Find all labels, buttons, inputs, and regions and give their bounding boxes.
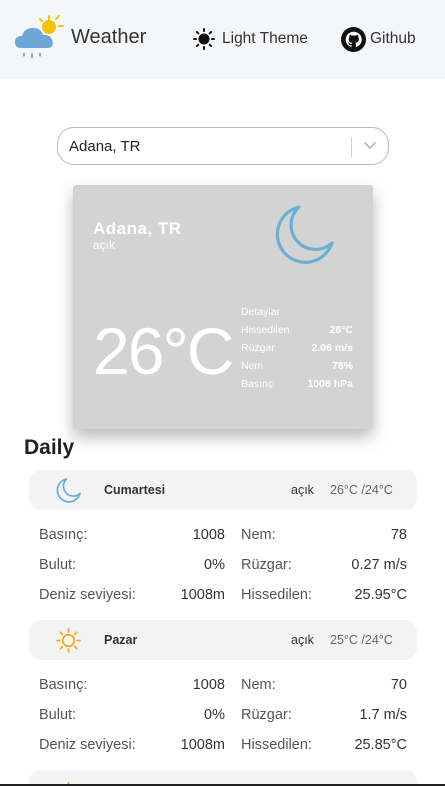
day-name: Pazar — [104, 633, 138, 647]
day-detail-row: Bulut: 0% Rüzgar: 0.27 m/s — [39, 557, 407, 587]
detail-value: 1008 — [192, 527, 225, 543]
detail-label: Bulut: — [39, 557, 77, 573]
detail-label: Nem: — [241, 677, 276, 693]
day-temp-range: 26°C /24°C — [330, 483, 393, 497]
detail-row: Rüzgar 2.06 m/s — [241, 342, 353, 360]
city-select-value: Adana, TR — [69, 138, 141, 155]
detail-row: Nem 78% — [241, 360, 353, 378]
chevron-down-icon[interactable] — [363, 141, 377, 151]
github-link[interactable]: Github — [341, 26, 416, 52]
github-label: Github — [370, 30, 416, 47]
detail-value: 2.06 m/s — [311, 342, 353, 354]
detail-value: 1008 — [192, 677, 225, 693]
theme-toggle-button[interactable]: Light Theme — [193, 27, 308, 51]
day-detail-row: Basınç: 1008 Nem: 78 — [39, 527, 407, 557]
theme-label: Light Theme — [222, 30, 308, 47]
detail-value: 78 — [390, 527, 407, 543]
sun-icon — [193, 28, 215, 50]
day-detail-row: Deniz seviyesi: 1008m Hissedilen: 25.85°… — [39, 737, 407, 767]
current-condition: açık — [93, 238, 116, 252]
detail-label: Hissedilen — [241, 324, 290, 336]
day-details: Basınç: 1008 Nem: 70 Bulut: 0% Rüzgar: 1… — [39, 677, 407, 767]
detail-value: 70 — [390, 677, 407, 693]
day-detail-row: Deniz seviyesi: 1008m Hissedilen: 25.95°… — [39, 587, 407, 617]
weather-logo-icon — [15, 15, 64, 59]
detail-label: Rüzgar — [241, 342, 275, 354]
day-name: Cumartesi — [104, 483, 166, 497]
detail-value: 0% — [204, 707, 225, 723]
select-separator — [351, 137, 352, 157]
detail-label: Bulut: — [39, 707, 77, 723]
app-title: Weather — [71, 26, 147, 48]
detail-label: Basınç: — [39, 527, 88, 543]
detail-label: Nem — [241, 360, 264, 372]
city-select[interactable]: Adana, TR — [57, 127, 389, 165]
detail-label: Hissedilen: — [241, 587, 312, 603]
moon-icon — [275, 205, 334, 264]
detail-value: 0.27 m/s — [351, 557, 407, 573]
detail-label: Basınç — [241, 378, 274, 390]
day-detail-row: Bulut: 0% Rüzgar: 1.7 m/s — [39, 707, 407, 737]
current-weather-card: Adana, TR açık 26°C Detaylar Hissedilen … — [73, 185, 373, 429]
detail-value: 1008m — [180, 587, 225, 603]
day-details: Basınç: 1008 Nem: 78 Bulut: 0% Rüzgar: 0… — [39, 527, 407, 617]
detail-value: 0% — [204, 557, 225, 573]
detail-value: 25.85°C — [354, 737, 407, 753]
detail-value: 26°C — [329, 324, 353, 336]
daily-title: Daily — [24, 436, 75, 459]
current-city: Adana, TR — [93, 219, 182, 238]
detail-label: Rüzgar: — [241, 557, 292, 573]
moon-icon — [56, 478, 81, 503]
day-temp-range: 25°C /24°C — [330, 633, 393, 647]
detail-value: 25.95°C — [354, 587, 407, 603]
sun-icon — [56, 628, 81, 653]
detail-value: 1.7 m/s — [359, 707, 407, 723]
details-title: Detaylar — [241, 306, 281, 318]
detail-row: Hissedilen 26°C — [241, 324, 353, 342]
day-condition: açık — [291, 633, 314, 647]
current-temperature: 26°C — [93, 314, 234, 388]
detail-value: 78% — [331, 360, 353, 372]
detail-value: 1008 hPa — [307, 378, 353, 390]
current-details: Detaylar Hissedilen 26°C Rüzgar 2.06 m/s… — [241, 306, 353, 396]
app-header: Weather Light Theme Github — [0, 0, 445, 79]
detail-label: Deniz seviyesi: — [39, 737, 136, 753]
day-accordion-header[interactable]: Cumartesi açık 26°C /24°C — [29, 470, 417, 510]
detail-row: Basınç 1008 hPa — [241, 378, 353, 396]
detail-label: Hissedilen: — [241, 737, 312, 753]
detail-label: Basınç: — [39, 677, 88, 693]
day-detail-row: Basınç: 1008 Nem: 70 — [39, 677, 407, 707]
day-accordion-header[interactable]: Pazar açık 25°C /24°C — [29, 620, 417, 660]
detail-label: Rüzgar: — [241, 707, 292, 723]
detail-label: Deniz seviyesi: — [39, 587, 136, 603]
detail-label: Nem: — [241, 527, 276, 543]
day-condition: açık — [291, 483, 314, 497]
detail-value: 1008m — [180, 737, 225, 753]
github-icon — [341, 26, 366, 52]
